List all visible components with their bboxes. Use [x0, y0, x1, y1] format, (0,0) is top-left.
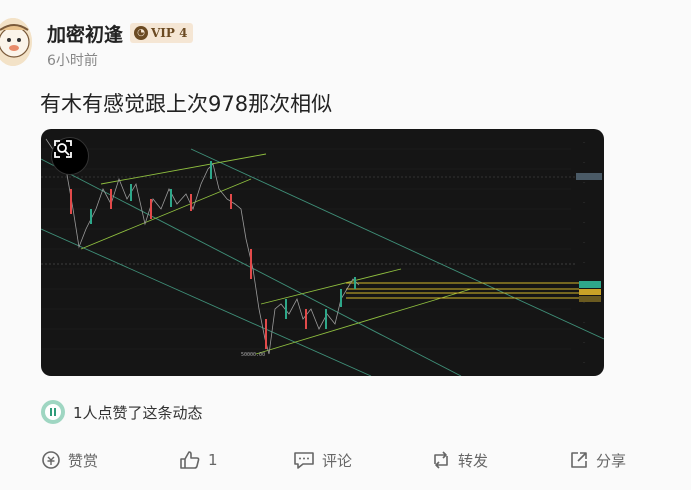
zoom-image-icon	[54, 140, 72, 158]
svg-text:—: —	[583, 220, 586, 224]
likes-summary-text: 1人点赞了这条动态	[73, 403, 203, 422]
repost-label: 转发	[458, 451, 489, 470]
share-label: 分享	[596, 451, 627, 470]
like-button[interactable]: 1	[179, 446, 218, 474]
likes-summary[interactable]: 1人点赞了这条动态	[41, 400, 203, 424]
post-header: 加密初逢 ◔ VIP 4 6小时前	[0, 14, 691, 70]
tip-icon	[42, 451, 60, 469]
post-text: 有木有感觉跟上次978那次相似	[40, 92, 333, 116]
thumbs-up-icon	[180, 451, 200, 469]
repost-button[interactable]: 转发	[431, 446, 488, 474]
svg-text:—: —	[583, 140, 586, 144]
vip-badge-icon: ◔	[134, 26, 148, 40]
tip-label: 赞赏	[68, 451, 99, 470]
svg-text:—: —	[583, 360, 586, 364]
action-bar: 赞赏 1 评论 转发 分享	[0, 446, 691, 474]
zoom-image-button[interactable]	[51, 137, 89, 175]
avatar-illustration	[0, 18, 32, 66]
share-icon	[571, 452, 587, 468]
author-name[interactable]: 加密初逢	[47, 20, 123, 47]
chart-low-label: 50000.00	[241, 352, 265, 358]
chart-screenshot: ——— ——— ——— ———	[41, 138, 604, 376]
svg-text:—: —	[583, 160, 586, 164]
svg-text:—: —	[583, 320, 586, 324]
comment-label: 评论	[322, 451, 353, 470]
chart-image[interactable]: ——— ——— ——— ———	[41, 129, 604, 376]
svg-text:—: —	[583, 260, 586, 264]
likes-icon	[41, 400, 65, 424]
share-button[interactable]: 分享	[569, 446, 626, 474]
svg-text:—: —	[583, 340, 586, 344]
svg-text:—: —	[583, 240, 586, 244]
comment-icon	[294, 452, 314, 469]
vip-badge: ◔ VIP 4	[130, 23, 194, 43]
like-count: 1	[208, 451, 218, 469]
post-timestamp: 6小时前	[47, 53, 98, 69]
tip-button[interactable]: 赞赏	[41, 446, 98, 474]
avatar[interactable]	[0, 18, 32, 66]
comment-button[interactable]: 评论	[293, 446, 352, 474]
svg-text:—: —	[583, 200, 586, 204]
svg-text:—: —	[583, 180, 586, 184]
vip-label: VIP 4	[151, 26, 188, 40]
repost-icon	[434, 451, 448, 469]
